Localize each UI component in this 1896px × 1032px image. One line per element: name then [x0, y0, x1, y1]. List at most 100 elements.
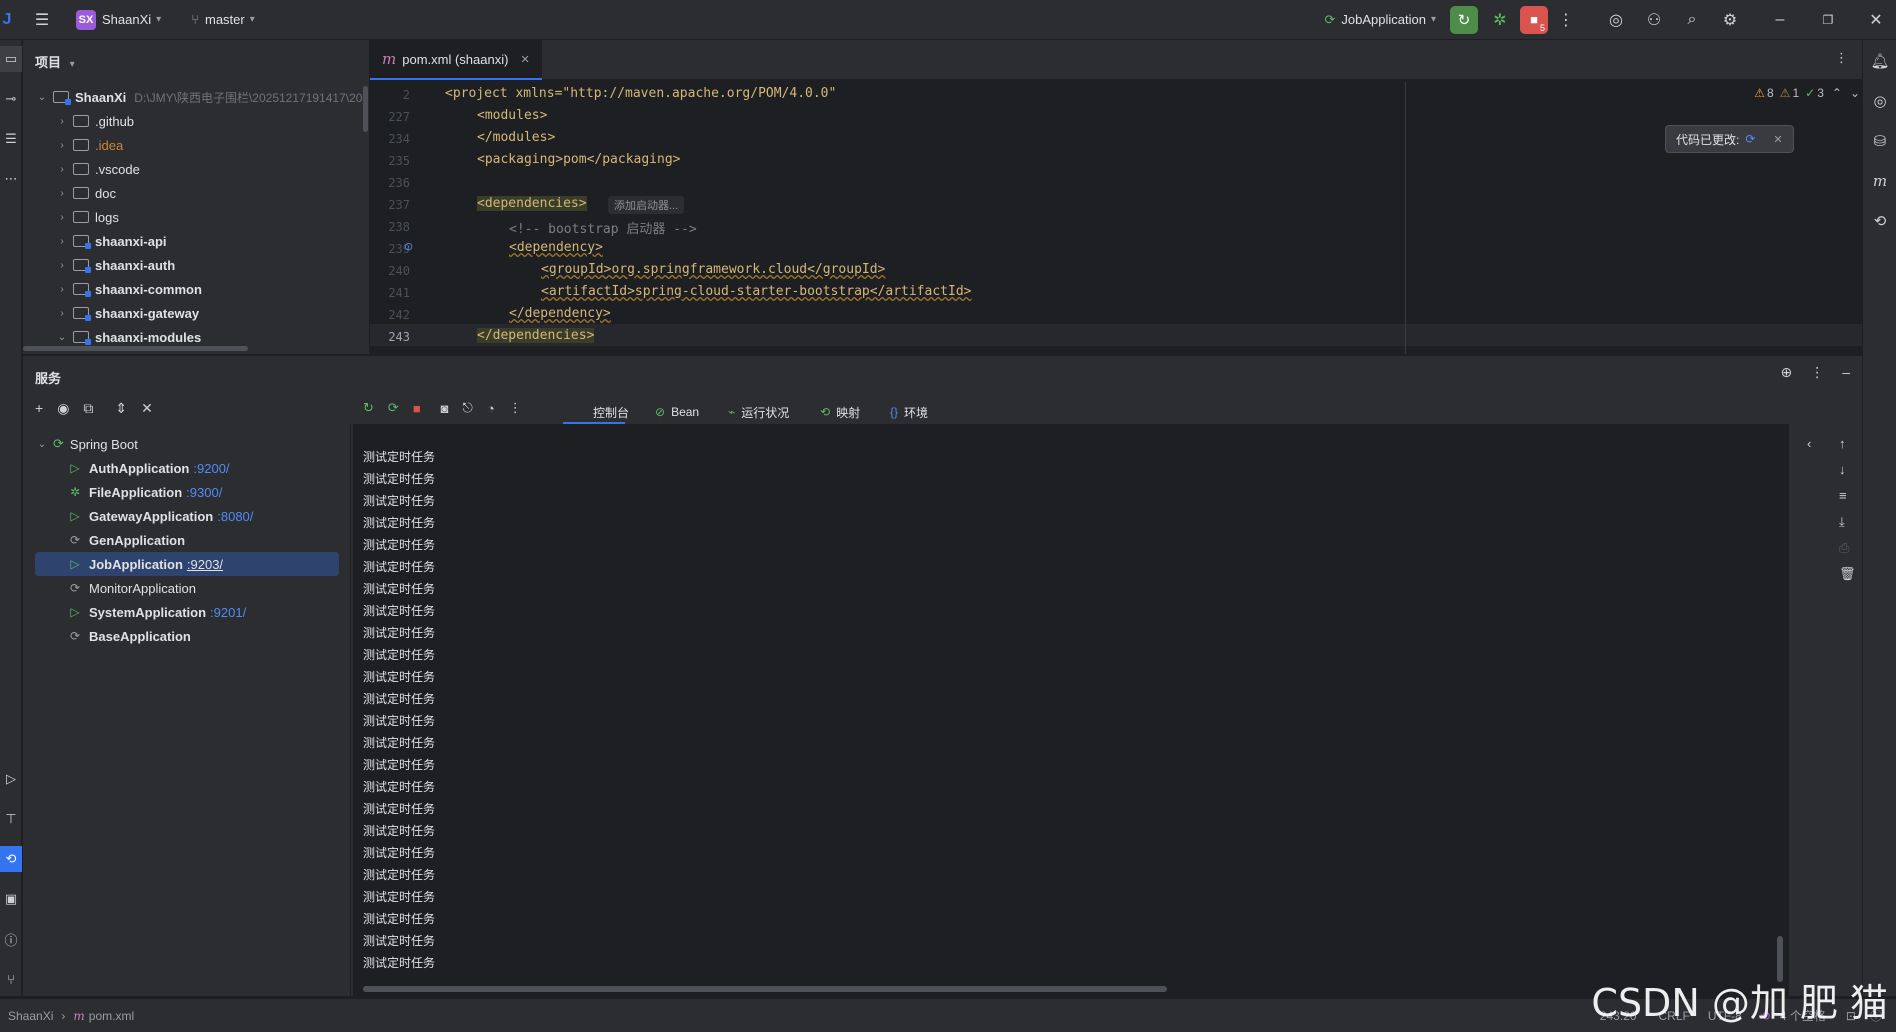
tree-item-dot-github[interactable]: › .github	[55, 109, 134, 133]
clear-all-icon[interactable]: 🗑︎	[1839, 566, 1856, 582]
code-area[interactable]: 2 <project xmlns="http://maven.apache.org…	[370, 82, 1862, 354]
chevron-right-icon[interactable]: ›	[55, 188, 69, 199]
stop-icon[interactable]: ■	[413, 401, 421, 416]
chevron-down-icon[interactable]: ⌄	[35, 439, 49, 450]
service-port-link[interactable]: :9201/	[210, 605, 246, 620]
restore-icon[interactable]: ❐	[1814, 6, 1842, 34]
debug-icon[interactable]: ✲	[1486, 6, 1514, 34]
tab-console[interactable]: 控制台	[593, 400, 629, 424]
console-output[interactable]: 测试定时任务 测试定时任务 测试定时任务 测试定时任务 测试定时任务 测试定时任务 测试定时…	[353, 424, 1789, 996]
inlay-hint-add-starter[interactable]: 添加启动器...	[608, 196, 685, 214]
scroll-down-icon[interactable]: ↓	[1839, 462, 1846, 477]
exit-icon[interactable]: ⎋	[463, 400, 473, 416]
breadcrumb-file[interactable]: pom.xml	[89, 1009, 134, 1023]
chevron-down-icon[interactable]: ⌄	[1850, 86, 1860, 100]
service-port-link[interactable]: :9200/	[193, 461, 229, 476]
chevron-right-icon[interactable]: ›	[55, 140, 69, 151]
service-port-link[interactable]: :8080/	[217, 509, 253, 524]
build-tool-icon[interactable]: ⊤	[0, 806, 22, 832]
structure-tool-icon[interactable]: ☰	[0, 126, 22, 152]
tab-bean[interactable]: ⊘ Bean	[655, 400, 699, 424]
scroll-up-icon[interactable]: ↑	[1839, 436, 1846, 451]
chevron-right-icon[interactable]: ›	[55, 116, 69, 127]
notifications-icon[interactable]: 🔔︎	[1863, 46, 1896, 76]
service-port-link[interactable]: :9203/	[187, 557, 223, 572]
tree-item-shaanxi-auth[interactable]: › shaanxi-auth	[55, 253, 175, 277]
service-baseapplication[interactable]: ⟳ BaseApplication	[35, 624, 191, 648]
tree-item-logs[interactable]: › logs	[55, 205, 119, 229]
tree-item-dot-idea[interactable]: › .idea	[55, 133, 123, 157]
chevron-right-icon[interactable]: ›	[55, 284, 69, 295]
minimize-panel-icon[interactable]: –	[1842, 364, 1850, 381]
service-systemapplication[interactable]: ▷ SystemApplication:9201/	[35, 600, 246, 624]
tree-item-shaanxi-common[interactable]: › shaanxi-common	[55, 277, 202, 301]
tree-item-doc[interactable]: › doc	[55, 181, 116, 205]
soft-wrap-icon[interactable]: ≡	[1839, 488, 1847, 503]
close-tab-icon[interactable]: ✕	[520, 53, 529, 66]
settings-gear-icon[interactable]: ⚙	[1716, 6, 1744, 34]
profiler-icon[interactable]: ◔	[487, 401, 495, 416]
tab-pom-xml[interactable]: m pom.xml (shaanxi) ✕	[370, 40, 542, 80]
service-authapplication[interactable]: ▷ AuthApplication:9200/	[35, 456, 229, 480]
chevron-right-icon[interactable]: ›	[55, 260, 69, 271]
project-panel-title[interactable]: 项目 ▾	[35, 52, 75, 71]
terminal-tool-icon[interactable]: ▣	[0, 886, 22, 912]
rerun-icon[interactable]: ↻	[363, 400, 374, 416]
reload-maven-icon[interactable]: ⟳	[1745, 132, 1755, 146]
stop-button[interactable]: ■ 5	[1520, 5, 1548, 34]
tree-item-shaanxi-api[interactable]: › shaanxi-api	[55, 229, 167, 253]
new-group-icon[interactable]: ⧉	[83, 400, 93, 417]
tab-options-icon[interactable]: ⋮	[1835, 50, 1848, 66]
close-icon[interactable]: ✕	[1773, 133, 1782, 146]
service-monitorapplication[interactable]: ⟳ MonitorApplication	[35, 576, 196, 600]
run-tool-icon[interactable]: ▷	[0, 766, 22, 792]
ai-chat-icon[interactable]: ◎	[1863, 86, 1896, 116]
close-icon[interactable]: ✕	[1862, 6, 1890, 34]
maven-icon[interactable]: m	[1863, 166, 1896, 196]
service-fileapplication[interactable]: ✲ FileApplication:9300/	[35, 480, 222, 504]
project-switcher[interactable]: SX ShaanXi ▾	[76, 9, 161, 30]
search-icon[interactable]: ⌕	[1678, 6, 1706, 34]
chevron-right-icon[interactable]: ›	[55, 212, 69, 223]
tab-health[interactable]: ⌁ 运行状况	[728, 400, 789, 424]
tree-root[interactable]: ⌄ ShaanXi D:\JMY\陕西电子围栏\20251217191417\2…	[35, 85, 369, 109]
service-port-link[interactable]: :9300/	[186, 485, 222, 500]
tree-item-dot-vscode[interactable]: › .vscode	[55, 157, 139, 181]
collapse-all-icon[interactable]: ✕	[141, 400, 153, 417]
service-jobapplication[interactable]: ▷ JobApplication:9203/	[35, 552, 339, 576]
scroll-to-end-icon[interactable]: ⤓	[1839, 514, 1845, 530]
commit-tool-icon[interactable]: ⊸	[0, 86, 22, 112]
chevron-down-icon[interactable]: ⌄	[35, 92, 49, 103]
tree-item-shaanxi-gateway[interactable]: › shaanxi-gateway	[55, 301, 199, 325]
inspection-widget[interactable]: ⚠ 8 ⚠ 1 ✓ 3 ⌃ ⌄	[1754, 86, 1860, 100]
chevron-right-icon[interactable]: ›	[55, 164, 69, 175]
tab-mappings[interactable]: ⟲ 映射	[820, 400, 860, 424]
add-service-icon[interactable]: +	[35, 400, 43, 417]
breadcrumb-project[interactable]: ShaanXi	[8, 1009, 53, 1023]
chevron-left-icon[interactable]: ‹	[1807, 436, 1811, 451]
camera-icon[interactable]: ◙	[441, 401, 449, 416]
more-options-icon[interactable]: ⋮	[509, 400, 522, 416]
code-with-me-icon[interactable]: ⚇	[1640, 6, 1668, 34]
codeium-icon[interactable]: ⟲	[1863, 206, 1896, 236]
ai-assistant-icon[interactable]: ◎	[1602, 6, 1630, 34]
group-spring-boot[interactable]: ⌄ ⟳ Spring Boot	[35, 432, 138, 456]
services-tool-icon[interactable]: ⟲	[0, 846, 22, 872]
horizontal-scrollbar[interactable]	[23, 346, 248, 351]
print-icon[interactable]: ⎙	[1839, 540, 1849, 556]
expand-all-icon[interactable]: ⇕	[115, 400, 127, 417]
run-config-selector[interactable]: ⟳ JobApplication ▾	[1325, 12, 1437, 28]
branch-switcher[interactable]: ⑂ master ▾	[191, 12, 255, 27]
rerun-debug-icon[interactable]: ⟳	[388, 400, 399, 416]
service-genapplication[interactable]: ⟳ GenApplication	[35, 528, 185, 552]
tab-environment[interactable]: {} 环境	[890, 400, 928, 424]
problems-tool-icon[interactable]: ⓘ	[0, 926, 22, 952]
gutter-marker-icon[interactable]: ⊙	[404, 240, 413, 253]
minimize-icon[interactable]: –	[1766, 6, 1794, 34]
main-menu-icon[interactable]: ☰	[28, 6, 56, 34]
more-tools-icon[interactable]: ⋯	[0, 166, 22, 192]
git-tool-icon[interactable]: ⑂	[0, 966, 22, 992]
crosshair-icon[interactable]: ⊕	[1780, 364, 1792, 381]
service-gatewayapplication[interactable]: ▷ GatewayApplication:8080/	[35, 504, 253, 528]
database-icon[interactable]: ⛁	[1863, 126, 1896, 156]
